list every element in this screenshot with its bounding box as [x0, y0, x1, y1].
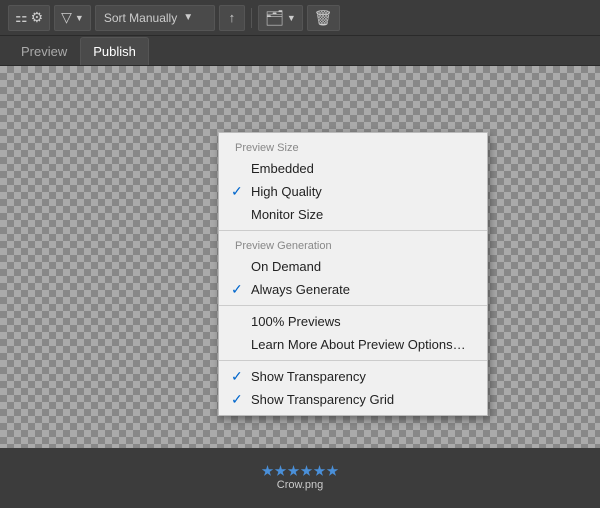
- check-icon-high-quality: ✓: [231, 183, 243, 200]
- menu-item-embedded-label: Embedded: [251, 161, 314, 176]
- check-icon-always-generate: ✓: [231, 281, 243, 298]
- menu-item-show-transparency-grid[interactable]: ✓ Show Transparency Grid: [219, 388, 487, 411]
- menu-item-100-previews-label: 100% Previews: [251, 314, 341, 329]
- menu-item-show-transparency-grid-label: Show Transparency Grid: [251, 392, 394, 407]
- menu-item-always-generate-label: Always Generate: [251, 282, 350, 297]
- menu-divider-2: [219, 305, 487, 306]
- folder-btn[interactable]: 🗂 ▼: [258, 5, 303, 31]
- tab-bar: Preview Publish: [0, 36, 600, 66]
- menu-item-embedded[interactable]: Embedded: [219, 157, 487, 180]
- star-5: [314, 465, 326, 477]
- menu-divider-3: [219, 360, 487, 361]
- menu-item-always-generate[interactable]: ✓ Always Generate: [219, 278, 487, 301]
- menu-item-show-transparency-label: Show Transparency: [251, 369, 366, 384]
- trash-icon: 🗑: [314, 9, 333, 27]
- menu-item-on-demand-label: On Demand: [251, 259, 321, 274]
- section-label-preview-size: Preview Size: [219, 137, 487, 157]
- thumbnail-info: Crow.png: [262, 465, 339, 491]
- filter-icon-2: ⚙: [31, 9, 44, 26]
- menu-item-high-quality[interactable]: ✓ High Quality: [219, 180, 487, 203]
- star-1: [262, 465, 274, 477]
- sort-direction-btn[interactable]: ↑: [219, 5, 245, 31]
- main-area: Crow.png Preview Size Embedded ✓ High Qu…: [0, 66, 600, 508]
- chevron-down-icon: ▼: [75, 13, 84, 23]
- bottom-bar: Crow.png: [0, 448, 600, 508]
- menu-item-on-demand[interactable]: On Demand: [219, 255, 487, 278]
- menu-divider-1: [219, 230, 487, 231]
- sort-label: Sort Manually: [104, 11, 177, 25]
- sort-chevron: ▼: [183, 12, 193, 23]
- star-3: [288, 465, 300, 477]
- menu-item-monitor-size-label: Monitor Size: [251, 207, 323, 222]
- filter-btn-1[interactable]: ⚏ ⚙: [8, 5, 50, 31]
- star-4: [301, 465, 313, 477]
- filter-btn-2[interactable]: ▽ ▼: [54, 5, 91, 31]
- funnel-icon: ▽: [61, 9, 72, 26]
- menu-item-100-previews[interactable]: 100% Previews: [219, 310, 487, 333]
- menu-item-show-transparency[interactable]: ✓ Show Transparency: [219, 365, 487, 388]
- preview-dropdown-menu: Preview Size Embedded ✓ High Quality Mon…: [218, 132, 488, 416]
- check-icon-show-transparency: ✓: [231, 368, 243, 385]
- folder-icon: 🗂: [265, 9, 284, 27]
- star-rating: [262, 465, 339, 477]
- check-icon-show-transparency-grid: ✓: [231, 391, 243, 408]
- folder-chevron-icon: ▼: [287, 13, 296, 23]
- sort-dropdown[interactable]: Sort Manually ▼: [95, 5, 215, 31]
- tab-publish[interactable]: Publish: [80, 37, 149, 65]
- menu-item-learn-more-label: Learn More About Preview Options…: [251, 337, 466, 352]
- star-2: [275, 465, 287, 477]
- menu-item-learn-more[interactable]: Learn More About Preview Options…: [219, 333, 487, 356]
- up-arrow-icon: ↑: [229, 10, 236, 25]
- menu-item-monitor-size[interactable]: Monitor Size: [219, 203, 487, 226]
- filter-icon-1: ⚏: [15, 9, 28, 26]
- trash-btn[interactable]: 🗑: [307, 5, 340, 31]
- menu-item-high-quality-label: High Quality: [251, 184, 322, 199]
- toolbar: ⚏ ⚙ ▽ ▼ Sort Manually ▼ ↑ 🗂 ▼ 🗑: [0, 0, 600, 36]
- file-name-label: Crow.png: [277, 479, 323, 491]
- tab-preview[interactable]: Preview: [8, 37, 80, 65]
- star-6: [327, 465, 339, 477]
- section-label-preview-generation: Preview Generation: [219, 235, 487, 255]
- toolbar-separator: [251, 8, 252, 28]
